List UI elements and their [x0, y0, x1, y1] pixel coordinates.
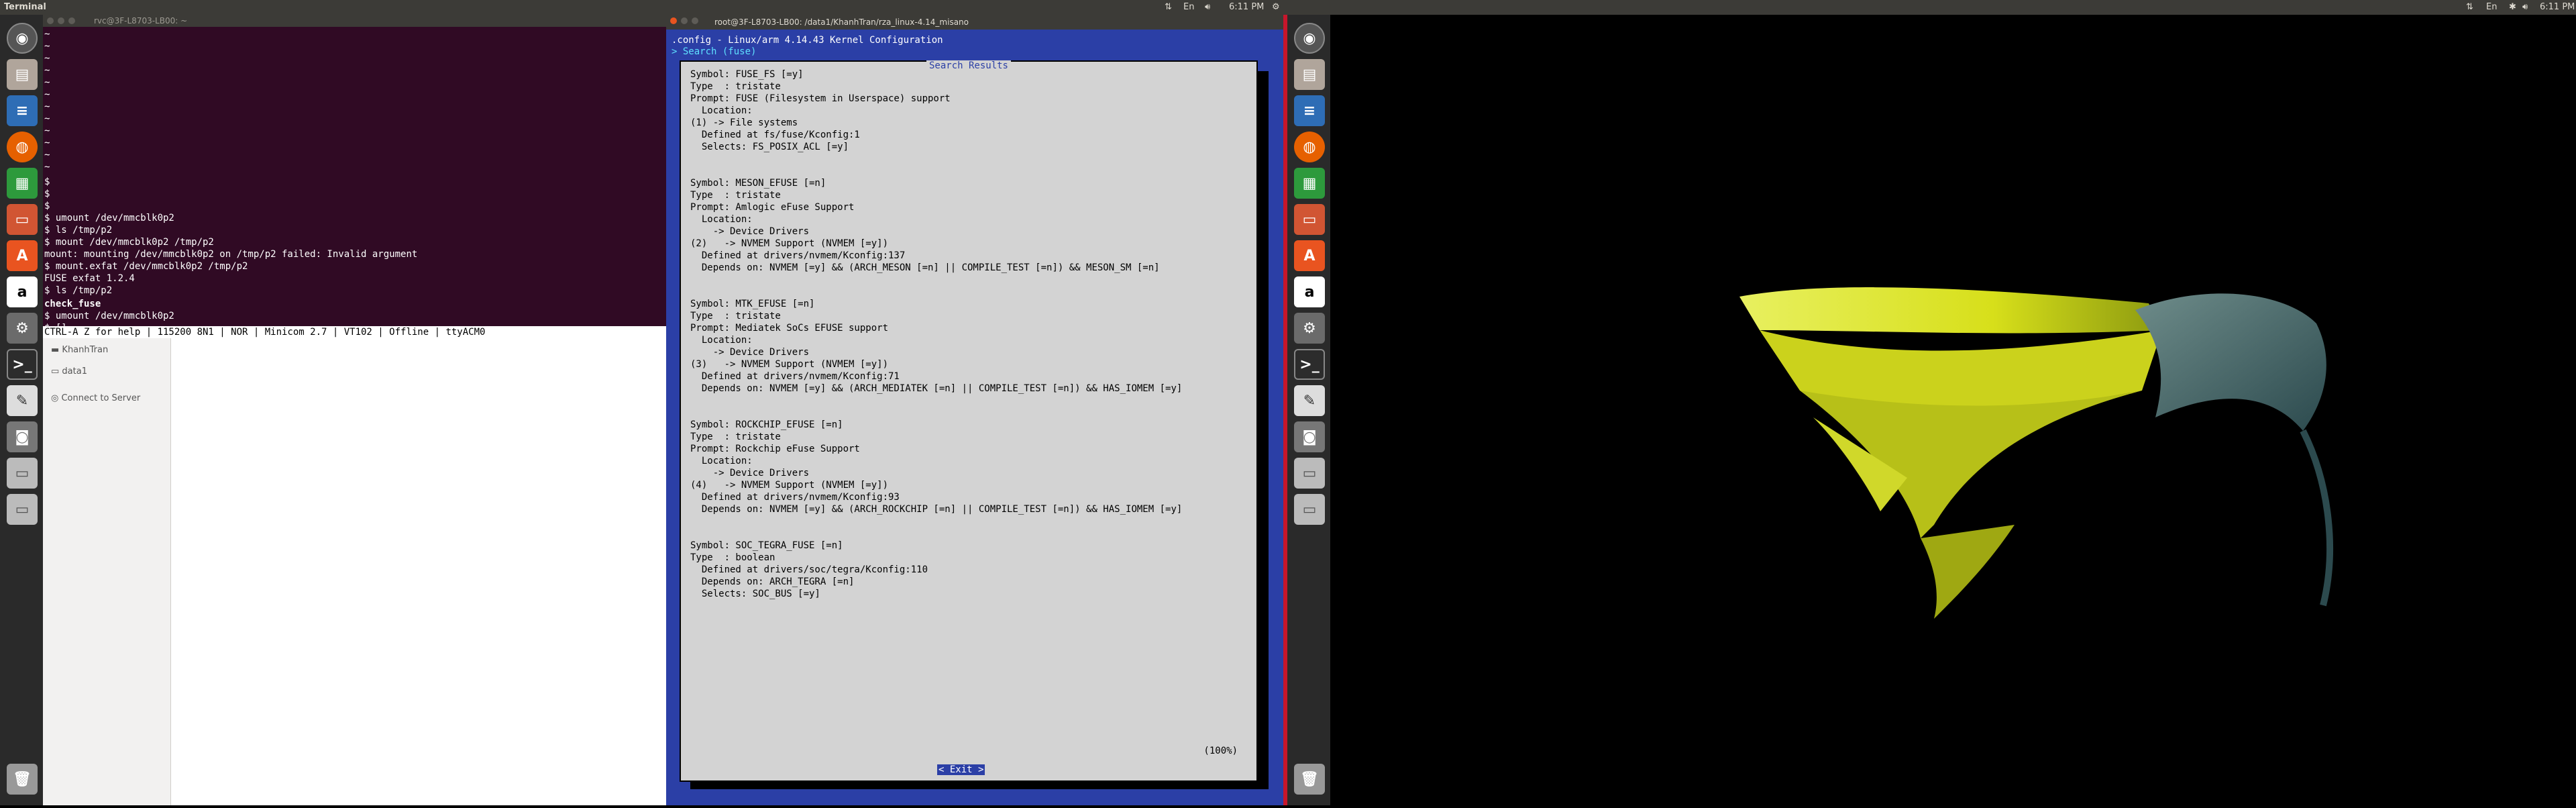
- drive-icon[interactable]: ▭: [7, 458, 38, 489]
- settings-icon[interactable]: ⚙: [1294, 313, 1325, 344]
- terminal-icon[interactable]: >_: [7, 349, 38, 380]
- maximize-icon[interactable]: [68, 17, 75, 24]
- terminal-green-line: check_fuse: [44, 299, 101, 309]
- terminal-window[interactable]: rvc@3F-L8703-LB00: ~ ~ ~ ~ ~ ~ ~ ~ ~ ~ ~…: [43, 15, 666, 337]
- clock[interactable]: 6:11 PM: [1229, 2, 1264, 12]
- text-editor-icon[interactable]: ✎: [7, 385, 38, 416]
- ubuntu-dash-icon[interactable]: ◉: [1294, 23, 1325, 54]
- sidebar-item-home[interactable]: ▬ KhanhTran: [51, 345, 108, 355]
- drive-icon[interactable]: ▭: [1294, 494, 1325, 525]
- server-icon: ◎: [51, 393, 62, 403]
- terminal-title: rvc@3F-L8703-LB00: ~: [94, 16, 188, 26]
- app-title: Terminal: [4, 2, 46, 12]
- presentation-icon[interactable]: ▭: [7, 204, 38, 235]
- top-panel: Terminal ⇅ En 🔊︎ 6:11 PM ⚙ ⇅ En ✱ 🔊︎ 6:1…: [0, 0, 2576, 15]
- close-icon[interactable]: [670, 17, 677, 24]
- camera-icon[interactable]: ◙: [7, 421, 38, 452]
- scroll-percent: (100%): [1203, 746, 1238, 756]
- minicom-status-bar: CTRL-A Z for help | 115200 8N1 | NOR | M…: [43, 326, 666, 338]
- network-icon[interactable]: ⇅: [1165, 2, 1172, 12]
- terminal-icon[interactable]: >_: [1294, 349, 1325, 380]
- drive-icon[interactable]: ▭: [7, 494, 38, 525]
- terminal-tildes: ~ ~ ~ ~ ~ ~ ~ ~ ~ ~ ~ ~: [44, 29, 50, 172]
- close-icon[interactable]: [47, 17, 54, 24]
- spreadsheet-icon[interactable]: ▦: [7, 168, 38, 199]
- kconfig-window-title: root@3F-L8703-LB00: /data1/KhanhTran/rza…: [714, 17, 969, 27]
- kconfig-titlebar[interactable]: root@3F-L8703-LB00: /data1/KhanhTran/rza…: [666, 15, 1283, 30]
- launcher-left: ◉ ▤ ≡ ◍ ▦ ▭ A a ⚙ >_ ✎ ◙ ▭ ▭ 🗑︎: [0, 15, 43, 805]
- terminal-titlebar[interactable]: rvc@3F-L8703-LB00: ~: [43, 15, 666, 27]
- settings-icon[interactable]: ⚙: [7, 313, 38, 344]
- folder-icon: ▬: [51, 345, 62, 355]
- amazon-icon[interactable]: a: [1294, 276, 1325, 307]
- config-title: .config - Linux/arm 4.14.43 Kernel Confi…: [672, 35, 943, 46]
- ubuntu-dash-icon[interactable]: ◉: [7, 23, 38, 54]
- exit-button[interactable]: < Exit >: [937, 764, 985, 775]
- keyboard-icon[interactable]: En: [1183, 2, 1194, 12]
- text-editor-icon[interactable]: ✎: [1294, 385, 1325, 416]
- gear-icon[interactable]: ⚙: [1272, 2, 1280, 12]
- desktop-wallpaper: [1330, 15, 2576, 805]
- document-icon[interactable]: ≡: [7, 95, 38, 126]
- trash-icon[interactable]: 🗑︎: [1294, 764, 1325, 795]
- camera-icon[interactable]: ◙: [1294, 421, 1325, 452]
- search-label: > Search (fuse): [672, 46, 757, 57]
- files-icon[interactable]: ▤: [7, 59, 38, 90]
- software-center-icon[interactable]: A: [7, 240, 38, 271]
- volume-icon[interactable]: 🔊︎: [1205, 2, 1210, 12]
- dialog-shadow-right: [1256, 71, 1269, 789]
- minimize-icon[interactable]: [681, 17, 688, 24]
- bluetooth-icon[interactable]: ✱: [2509, 2, 2516, 12]
- terminal-output: $ $ $ $ umount /dev/mmcblk0p2 $ ls /tmp/…: [44, 176, 418, 296]
- drive-icon: ▭: [51, 366, 62, 376]
- network-icon-2[interactable]: ⇅: [2466, 2, 2473, 12]
- search-results-content: Symbol: FUSE_FS [=y] Type : tristate Pro…: [690, 69, 1183, 599]
- files-icon[interactable]: ▤: [1294, 59, 1325, 90]
- document-icon[interactable]: ≡: [1294, 95, 1325, 126]
- launcher-right: ◉ ▤ ≡ ◍ ▦ ▭ A a ⚙ >_ ✎ ◙ ▭ ▭ 🗑︎: [1287, 15, 1330, 805]
- presentation-icon[interactable]: ▭: [1294, 204, 1325, 235]
- firefox-icon[interactable]: ◍: [7, 132, 38, 162]
- volume-icon-2[interactable]: 🔊︎: [2522, 2, 2528, 12]
- minimize-icon[interactable]: [58, 17, 64, 24]
- drive-icon[interactable]: ▭: [1294, 458, 1325, 489]
- software-center-icon[interactable]: A: [1294, 240, 1325, 271]
- file-manager-sidebar: ▬ KhanhTran ▭ data1 ◎ Connect to Server: [43, 338, 171, 805]
- file-manager-window[interactable]: ▬ KhanhTran ▭ data1 ◎ Connect to Server: [43, 338, 666, 805]
- sidebar-item-data1[interactable]: ▭ data1: [51, 366, 87, 376]
- amazon-icon[interactable]: a: [7, 276, 38, 307]
- maximize-icon[interactable]: [692, 17, 698, 24]
- spreadsheet-icon[interactable]: ▦: [1294, 168, 1325, 199]
- sidebar-item-connect-server[interactable]: ◎ Connect to Server: [51, 393, 140, 403]
- daffodil-wallpaper-image: [1739, 287, 2333, 619]
- keyboard-icon-2[interactable]: En: [2486, 2, 2497, 12]
- firefox-icon[interactable]: ◍: [1294, 132, 1325, 162]
- clock-2[interactable]: 6:11 PM: [2540, 2, 2575, 12]
- kconfig-window[interactable]: root@3F-L8703-LB00: /data1/KhanhTran/rza…: [666, 15, 1283, 805]
- search-results-dialog[interactable]: Search Results Symbol: FUSE_FS [=y] Type…: [680, 60, 1258, 782]
- trash-icon[interactable]: 🗑︎: [7, 764, 38, 795]
